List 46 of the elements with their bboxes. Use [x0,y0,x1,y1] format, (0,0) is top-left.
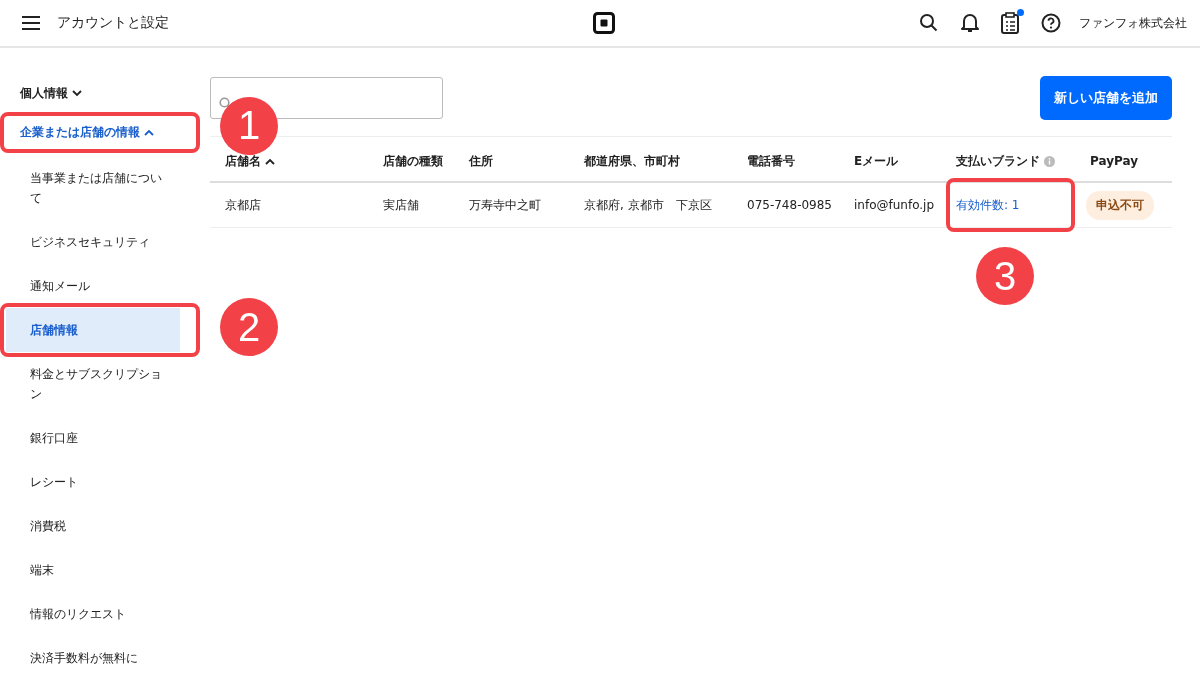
callout-number: 1 [220,96,278,155]
chevron-down-icon [72,90,82,97]
sidebar-section[interactable]: 個人情報 [6,78,198,109]
sidebar-item[interactable]: レシート [6,460,180,504]
bell-icon[interactable] [961,13,979,33]
table-cell: 京都府, 京都市 下京区 [584,196,712,214]
column-header[interactable]: 店舗の種類 [383,152,443,170]
sidebar-item[interactable]: 決済手数料が無料に [6,636,180,677]
add-store-button[interactable]: 新しい店舗を追加 [1040,76,1172,120]
column-header[interactable]: 住所 [469,152,493,170]
sidebar-item[interactable]: 銀行口座 [6,416,180,460]
clipboard-icon[interactable] [1001,12,1019,34]
column-header[interactable]: 店舗名 [225,152,261,170]
notification-dot [1017,9,1024,16]
sidebar-item[interactable]: 端末 [6,548,180,592]
sidebar-item[interactable]: 店舗情報 [6,308,180,352]
column-header[interactable]: 都道府県、市町村 [584,152,680,170]
column-header[interactable]: 電話番号 [747,152,795,170]
callout-number: 3 [976,247,1034,305]
logo-icon[interactable] [593,12,615,34]
column-header[interactable]: Eメール [854,152,899,170]
brand-count-link[interactable]: 有効件数: 1 [956,196,1020,214]
sidebar-item[interactable]: 料金とサブスクリプション [6,352,180,416]
help-icon[interactable] [1041,13,1061,33]
chevron-up-icon [144,129,154,136]
search-icon[interactable] [919,13,939,33]
sidebar-item[interactable]: 当事業または店舗について [6,156,180,220]
table-cell: 実店舗 [383,196,419,214]
callout-number: 2 [220,298,278,356]
page-title: アカウントと設定 [57,14,169,32]
sort-up-icon [265,157,275,165]
table-cell: 075-748-0985 [747,198,832,212]
status-tag: 申込不可 [1086,190,1154,220]
column-header[interactable]: 支払いブランド [956,152,1040,170]
table-cell: info@funfo.jp [854,198,935,212]
table-cell: 万寿寺中之町 [469,196,541,214]
sidebar-item[interactable]: 消費税 [6,504,180,548]
column-header[interactable]: PayPay [1090,154,1139,168]
sidebar-section[interactable]: 企業または店舗の情報 [6,117,198,148]
sidebar-item[interactable]: ビジネスセキュリティ [6,220,180,264]
menu-icon[interactable] [21,15,41,31]
search-icon [219,97,233,111]
account-name[interactable]: ファンフォ株式会社 [1079,14,1187,32]
table-cell: 京都店 [225,196,261,214]
sidebar-item[interactable]: 情報のリクエスト [6,592,180,636]
sidebar-item[interactable]: 通知メール [6,264,180,308]
